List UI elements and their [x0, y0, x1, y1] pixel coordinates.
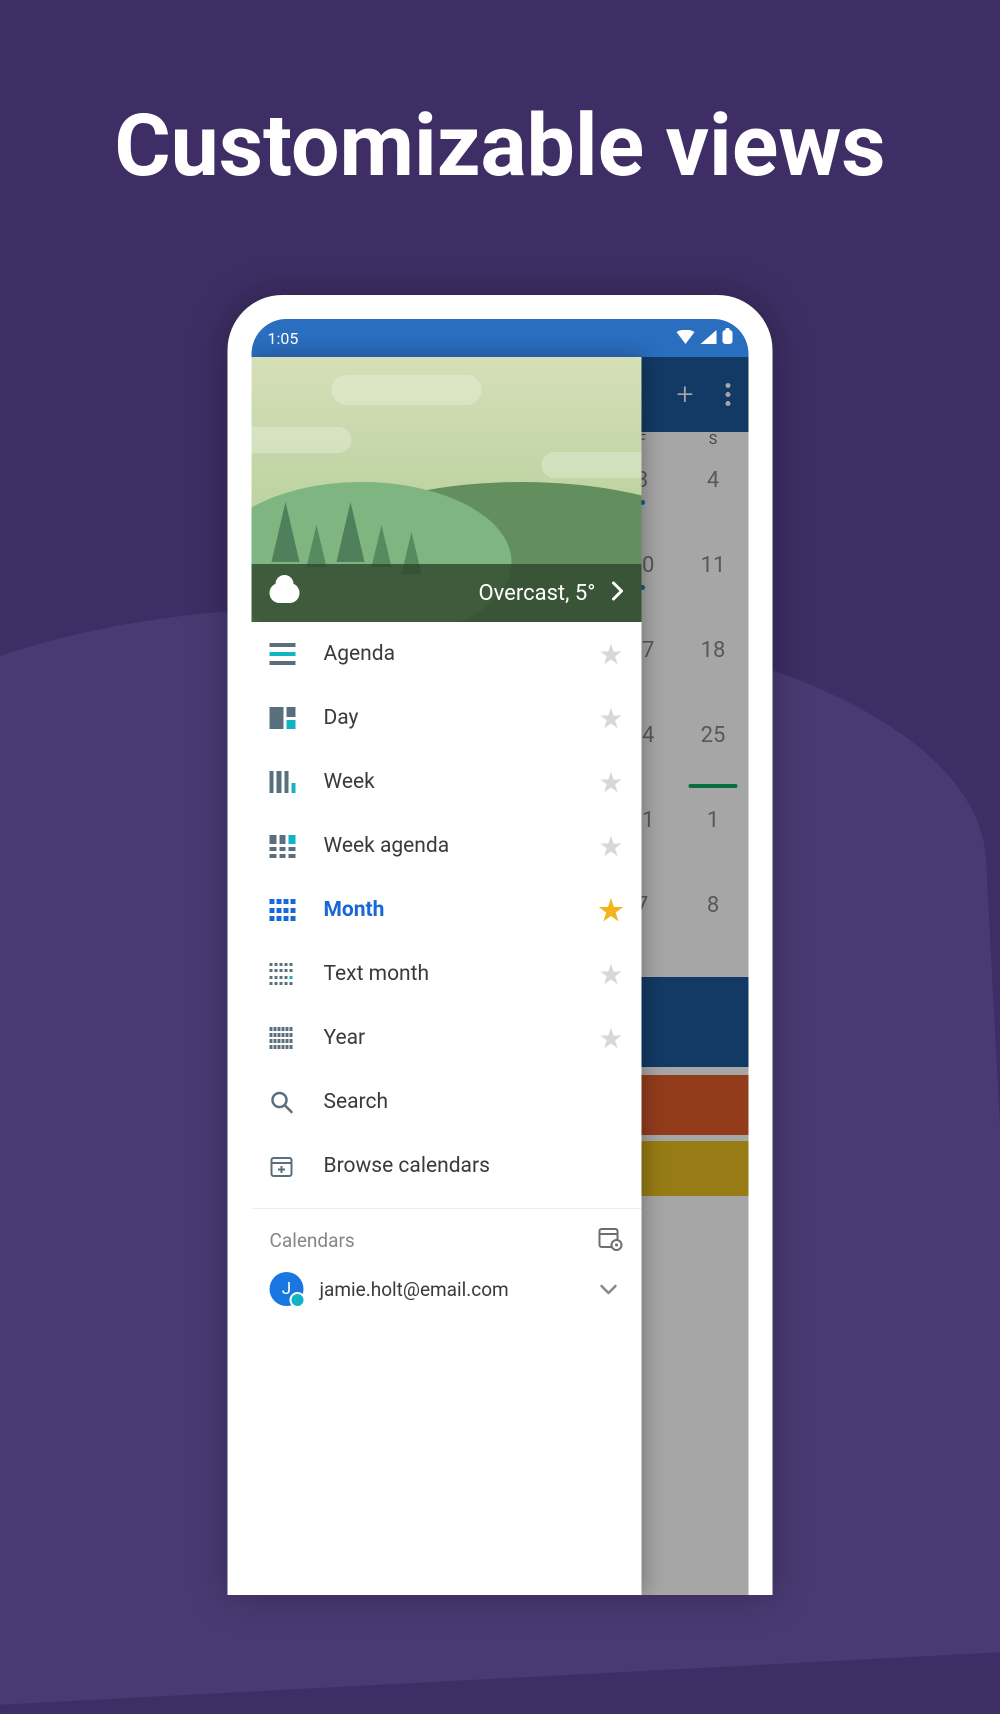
week-icon	[270, 771, 296, 793]
nav-item-year[interactable]: Year ★	[252, 1006, 642, 1070]
nav-item-week[interactable]: Week ★	[252, 750, 642, 814]
favorite-star-icon[interactable]: ★	[598, 958, 623, 991]
nav-item-label: Search	[324, 1090, 389, 1114]
battery-icon	[723, 328, 733, 348]
account-row[interactable]: Jjamie.holt@email.com	[252, 1262, 642, 1316]
nav-item-browse[interactable]: Browse calendars	[252, 1134, 642, 1198]
text-month-icon	[270, 963, 296, 985]
nav-item-label: Day	[324, 706, 359, 730]
agenda-icon	[270, 643, 296, 665]
nav-item-search[interactable]: Search	[252, 1070, 642, 1134]
nav-item-label: Week agenda	[324, 834, 450, 858]
phone-screen: 1:05 +	[252, 319, 749, 1595]
favorite-star-icon[interactable]: ★	[598, 830, 623, 863]
wifi-icon	[677, 329, 695, 348]
status-time: 1:05	[268, 329, 299, 348]
nav-item-month[interactable]: Month ★	[252, 878, 642, 942]
headline-text: Customizable views	[114, 95, 885, 196]
week-agenda-icon	[270, 835, 296, 857]
drawer-hero: Overcast, 5°	[252, 357, 642, 622]
nav-item-label: Browse calendars	[324, 1154, 490, 1178]
search-icon	[270, 1090, 296, 1114]
nav-item-agenda[interactable]: Agenda ★	[252, 622, 642, 686]
status-bar: 1:05	[252, 319, 749, 357]
calendar-settings-icon[interactable]	[598, 1225, 624, 1256]
nav-item-text-month[interactable]: Text month ★	[252, 942, 642, 1006]
nav-item-label: Year	[324, 1026, 366, 1050]
cloud-icon	[270, 583, 300, 603]
signal-icon	[701, 329, 717, 348]
chevron-down-icon[interactable]	[594, 1273, 624, 1306]
year-icon	[270, 1027, 296, 1049]
cal-add-icon	[270, 1154, 296, 1178]
avatar: J	[270, 1272, 304, 1306]
phone-mockup: 1:05 +	[228, 295, 773, 1595]
nav-item-week-agenda[interactable]: Week agenda ★	[252, 814, 642, 878]
calendars-section-title: Calendars	[270, 1229, 355, 1252]
nav-item-label: Week	[324, 770, 375, 794]
status-icons	[677, 328, 733, 348]
favorite-star-icon[interactable]: ★	[598, 766, 623, 799]
account-email: jamie.holt@email.com	[320, 1278, 509, 1301]
weather-text: Overcast, 5°	[479, 581, 596, 606]
calendars-section-header: Calendars	[252, 1219, 642, 1262]
favorite-star-icon[interactable]: ★	[598, 702, 623, 735]
nav-item-label: Month	[324, 898, 385, 922]
month-icon	[270, 899, 296, 921]
favorite-star-icon[interactable]: ★	[598, 1022, 623, 1055]
divider	[252, 1208, 642, 1209]
chevron-right-icon	[612, 579, 624, 607]
nav-item-label: Agenda	[324, 642, 396, 666]
favorite-star-icon[interactable]: ★	[598, 894, 623, 927]
nav-list: Agenda★Day★Week★Week agenda★Month★Text m…	[252, 622, 642, 1595]
favorite-star-icon[interactable]: ★	[598, 638, 623, 671]
nav-item-day[interactable]: Day ★	[252, 686, 642, 750]
weather-bar[interactable]: Overcast, 5°	[252, 564, 642, 622]
app-body: + F S 3410111718242531178	[252, 357, 749, 1595]
nav-item-label: Text month	[324, 962, 430, 986]
day-icon	[270, 707, 296, 729]
navigation-drawer: Overcast, 5° Agenda★Day★Week★Week agenda…	[252, 357, 642, 1595]
